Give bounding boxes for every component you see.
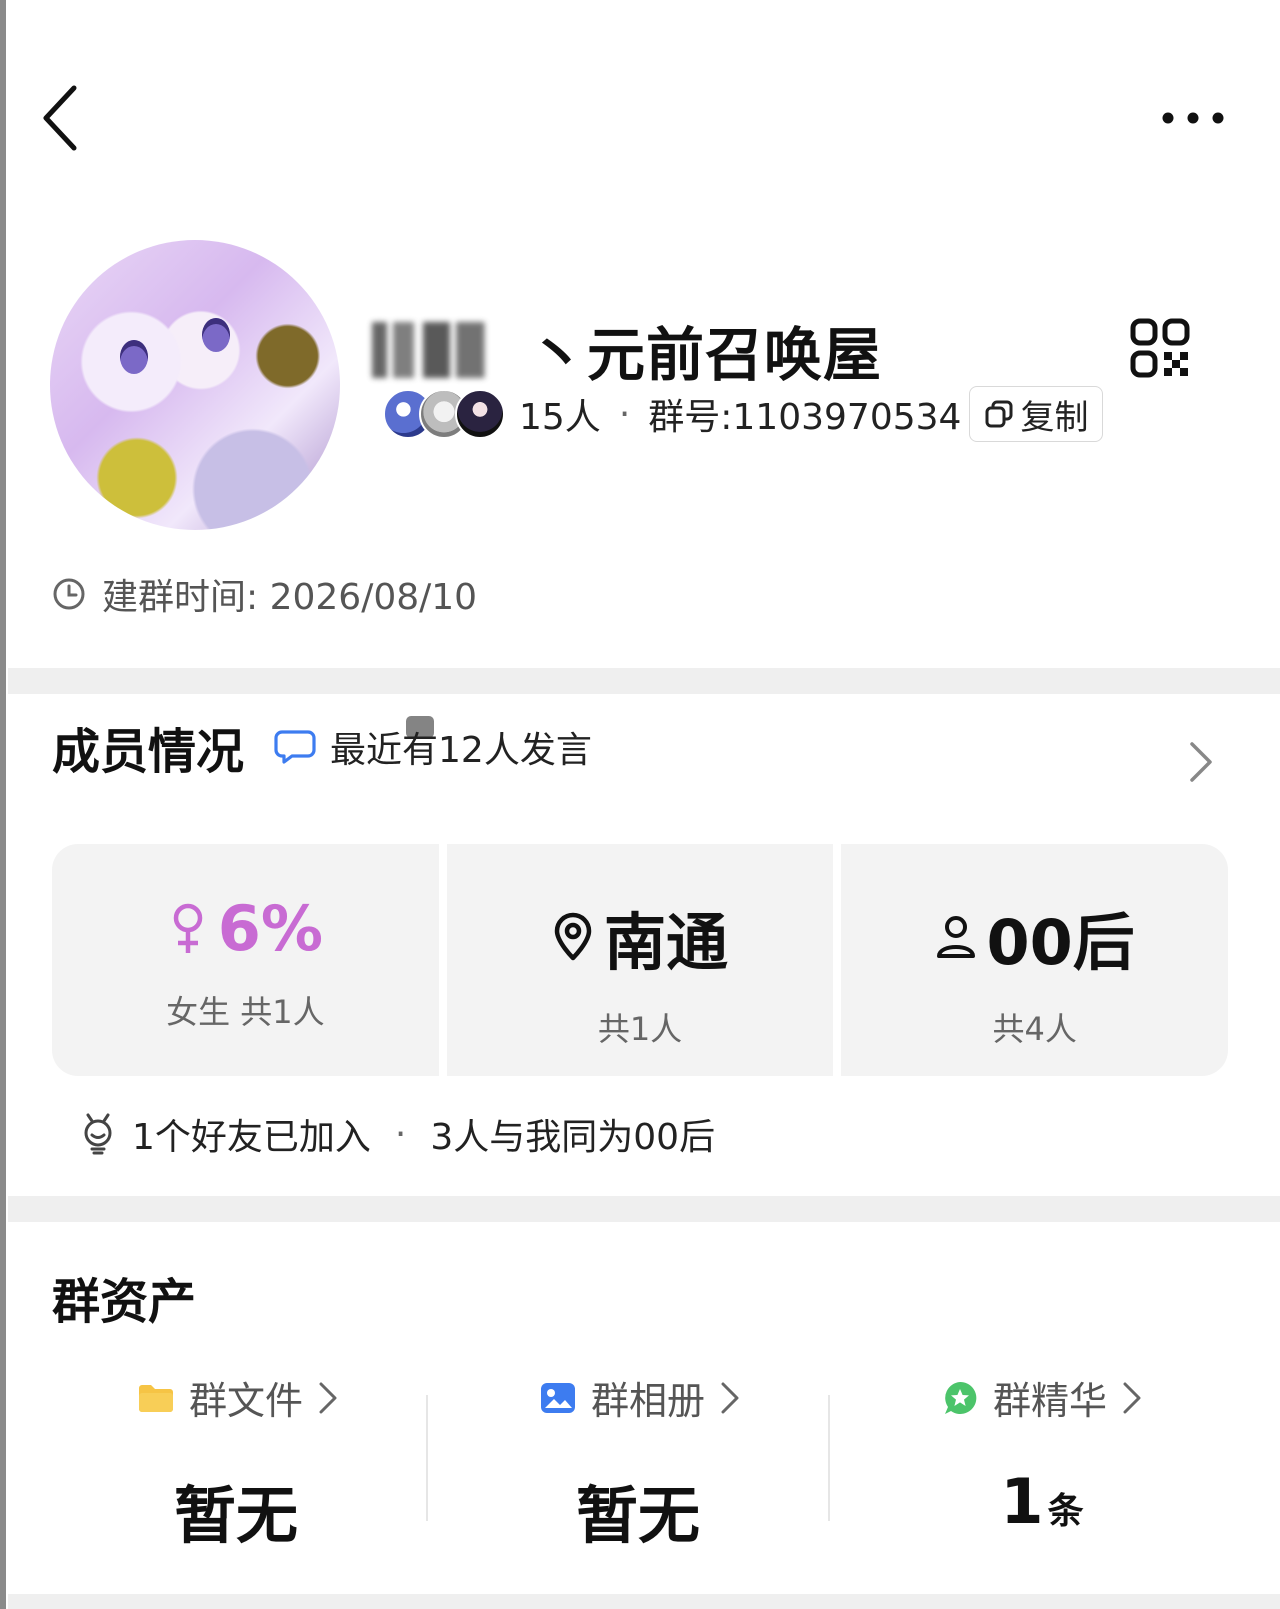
person-icon [936,916,975,958]
stat-card-age[interactable]: 00后 共4人 [841,844,1228,1076]
copy-button[interactable]: 复制 [969,386,1104,442]
separator-dot: · [394,1113,407,1155]
screen-edge [0,0,6,1609]
asset-value-number: 暂无 [575,1479,700,1552]
obscured-text [372,322,522,378]
chevron-right-icon [1123,1382,1141,1413]
avatar-eye [202,318,230,352]
asset-divider [426,1395,428,1521]
photo-album-icon [540,1382,575,1413]
same-age-count: 3人与我同为00后 [430,1117,716,1158]
clock-icon [53,578,85,610]
member-stats: 6% 女生 共1人 南通 共1人 00后 共4人 [52,844,1228,1076]
qr-code-button[interactable] [1130,318,1190,378]
chat-bubble-icon [274,730,316,764]
asset-value: 1条 [1000,1465,1083,1538]
section-divider [8,1196,1280,1222]
chevron-right-icon [319,1382,337,1413]
copy-label: 复制 [1020,397,1089,438]
chevron-left-icon [43,85,77,151]
group-meta-row: 15人 · 群号:1103970534 复制 [383,386,1104,442]
member-avatars[interactable] [383,389,505,439]
stat-value: 南通 [604,906,729,979]
chevron-right-icon [721,1382,739,1413]
friends-joined: 1个好友已加入 [132,1117,371,1158]
asset-value-number: 暂无 [173,1479,298,1552]
group-id: 群号:1103970534 [648,397,962,438]
more-dots-icon [1162,112,1224,124]
group-name-text: 丶元前召唤屋 [528,321,883,389]
separator-dot: · [618,393,631,435]
friends-summary: 1个好友已加入 · 3人与我同为00后 [80,1108,715,1160]
asset-value-number: 1 [1000,1465,1044,1538]
asset-files[interactable]: 群文件 暂无 [38,1370,438,1555]
members-header[interactable]: 成员情况 最近有12人发言 [52,712,592,782]
asset-label: 群文件 [188,1379,303,1423]
member-avatar [455,389,505,439]
group-name: 丶元前召唤屋 [372,308,882,392]
member-count: 15人 [519,397,601,438]
folder-icon [138,1384,173,1412]
female-icon [173,903,202,953]
asset-label: 群相册 [590,1379,705,1423]
asset-unit: 条 [1047,1491,1084,1532]
stat-value: 6% [217,892,323,965]
group-avatar[interactable] [50,240,340,530]
stat-subtext: 共4人 [992,1010,1077,1048]
asset-divider [828,1395,830,1521]
asset-value: 暂无 [576,1465,704,1555]
section-divider [8,668,1280,694]
recent-speakers-text: 最近有12人发言 [330,730,592,771]
essence-star-icon [944,1381,977,1414]
location-pin-icon [554,912,592,961]
stat-card-gender[interactable]: 6% 女生 共1人 [52,844,439,1076]
stat-subtext: 共1人 [597,1010,683,1048]
assets-title: 群资产 [52,1274,197,1330]
created-time-row: 建群时间: 2026/08/10 [52,568,477,620]
copy-icon [985,400,1013,428]
stat-subtext: 女生 共1人 [166,993,325,1031]
created-time: 建群时间: 2026/08/10 [102,577,478,618]
stat-card-location[interactable]: 南通 共1人 [446,844,834,1076]
section-divider [8,1594,1280,1609]
members-detail-button[interactable] [1186,740,1216,788]
asset-value: 暂无 [174,1465,302,1555]
more-options-button[interactable] [1158,96,1228,140]
asset-album[interactable]: 群相册 暂无 [440,1370,840,1555]
asset-label: 群精华 [992,1379,1107,1423]
asset-essence[interactable]: 群精华 1条 [842,1370,1242,1538]
chevron-right-icon [1190,742,1212,782]
qr-code-icon [1130,318,1190,378]
members-title: 成员情况 [52,724,245,780]
recent-speakers[interactable]: 最近有12人发言 [274,721,592,773]
stat-value: 00后 [986,906,1135,979]
friend-bulb-icon [84,1113,112,1155]
avatar-eye [120,340,148,374]
back-button[interactable] [36,80,92,156]
